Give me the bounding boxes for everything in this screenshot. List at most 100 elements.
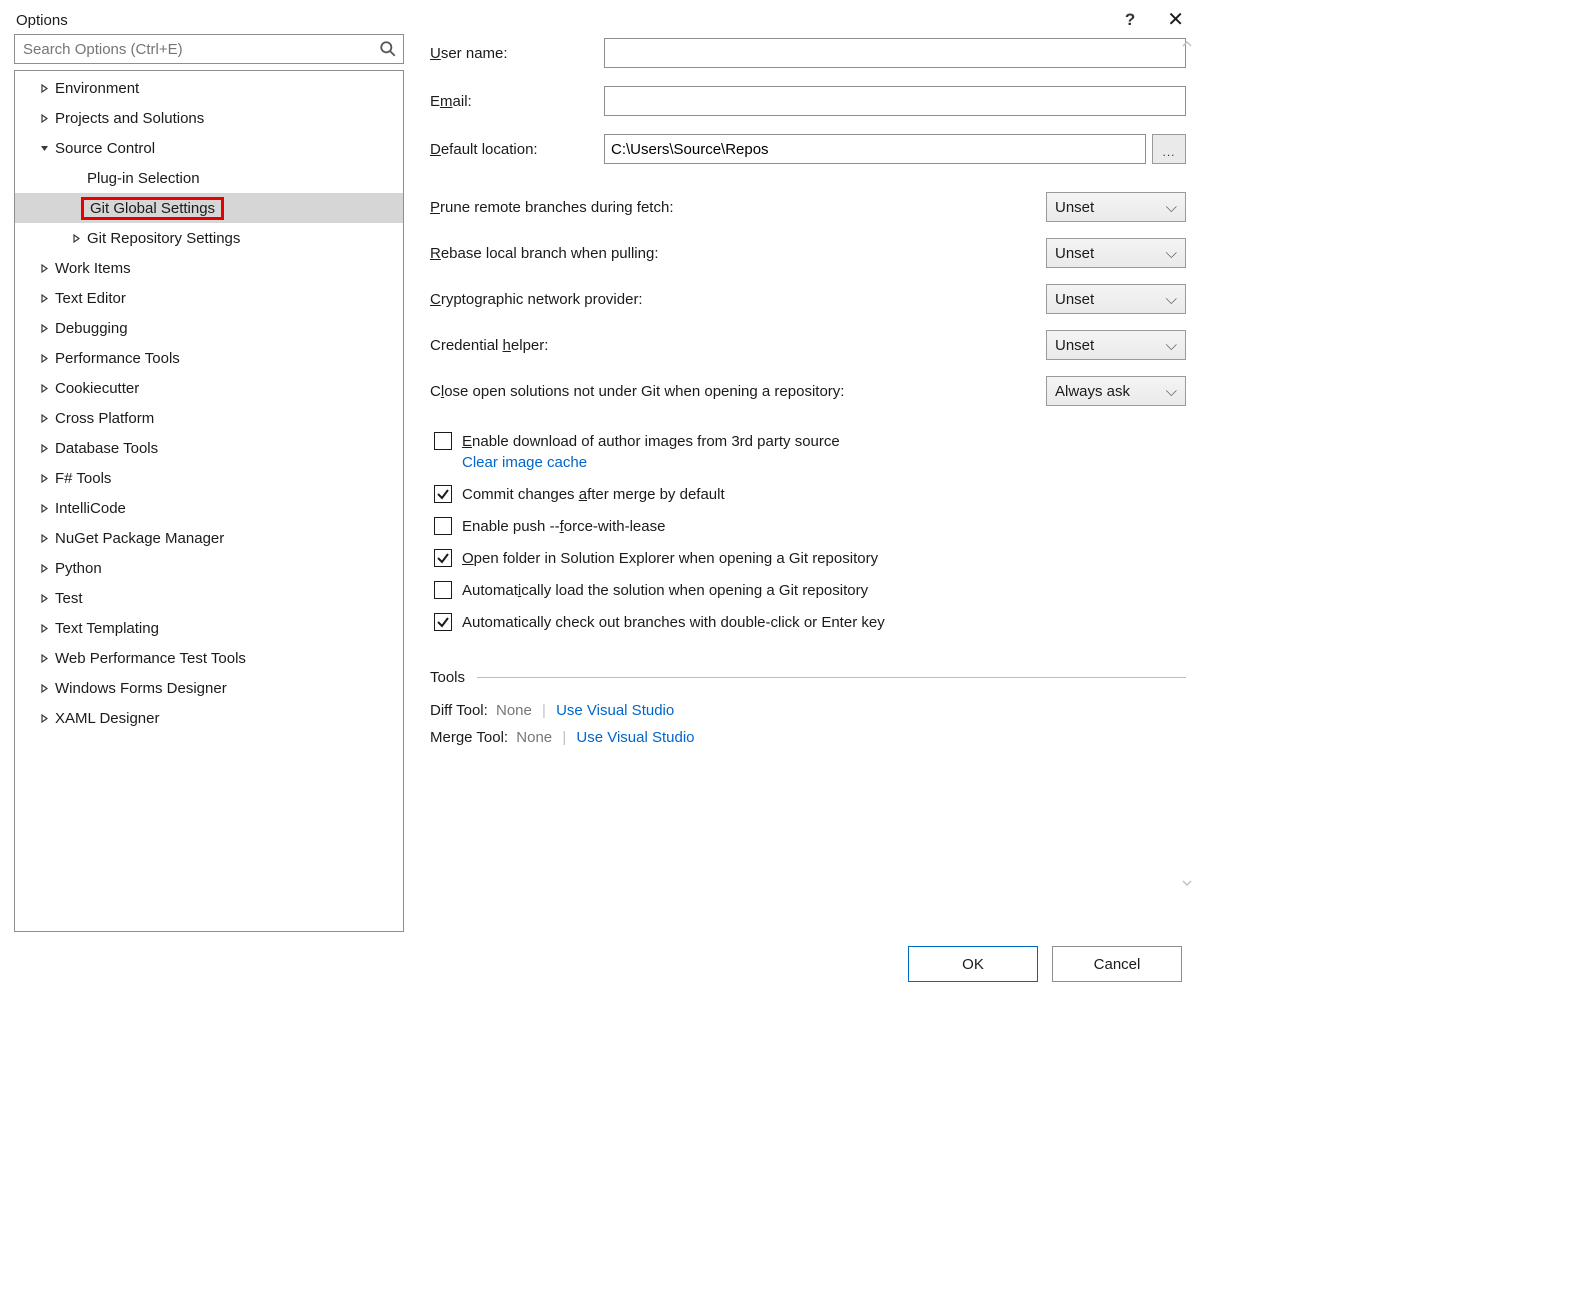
auto-load-label: Automatically load the solution when ope… (462, 582, 868, 599)
chevron-right-icon[interactable] (37, 354, 51, 363)
chevron-down-icon: ⌵ (1166, 199, 1177, 216)
tree-item[interactable]: Plug-in Selection (15, 163, 403, 193)
chevron-right-icon[interactable] (37, 714, 51, 723)
browse-button[interactable]: ... (1152, 134, 1186, 164)
tree-item[interactable]: Text Editor (15, 283, 403, 313)
tree-item-label: XAML Designer (55, 710, 160, 727)
tree-item[interactable]: Debugging (15, 313, 403, 343)
tree-item[interactable]: IntelliCode (15, 493, 403, 523)
chevron-right-icon[interactable] (37, 264, 51, 273)
tree-item[interactable]: Text Templating (15, 613, 403, 643)
tree-item[interactable]: Environment (15, 73, 403, 103)
tree-item[interactable]: NuGet Package Manager (15, 523, 403, 553)
chevron-right-icon[interactable] (37, 84, 51, 93)
auto-checkout-checkbox[interactable] (434, 613, 452, 631)
chevron-right-icon[interactable] (37, 654, 51, 663)
tree-item[interactable]: Cross Platform (15, 403, 403, 433)
dialog-footer: OK Cancel (0, 932, 1200, 1000)
chevron-right-icon[interactable] (37, 444, 51, 453)
chevron-right-icon[interactable] (37, 384, 51, 393)
merge-tool-use-vs-link[interactable]: Use Visual Studio (576, 729, 694, 746)
rebase-dropdown[interactable]: Unset⌵ (1046, 238, 1186, 268)
email-input[interactable] (604, 86, 1186, 116)
options-dialog: Options ? ✕ EnvironmentProjects and Solu… (0, 0, 1200, 1000)
merge-tool-value: None (516, 729, 552, 746)
email-label: Email: (430, 93, 604, 110)
tree-item[interactable]: Git Global Settings (15, 193, 403, 223)
tree-item-label: Git Repository Settings (87, 230, 240, 247)
tree-item-label: Git Global Settings (90, 200, 215, 217)
tree-item[interactable]: Test (15, 583, 403, 613)
force-with-lease-checkbox[interactable] (434, 517, 452, 535)
settings-panel: User name: Email: Default location: ... … (430, 34, 1186, 932)
clear-image-cache-link[interactable]: Clear image cache (462, 454, 1186, 471)
cancel-button[interactable]: Cancel (1052, 946, 1182, 982)
tree-item-label: Cookiecutter (55, 380, 139, 397)
commit-after-merge-checkbox[interactable] (434, 485, 452, 503)
prune-dropdown[interactable]: Unset⌵ (1046, 192, 1186, 222)
tree-item-label: Performance Tools (55, 350, 180, 367)
chevron-right-icon[interactable] (37, 414, 51, 423)
diff-tool-value: None (496, 702, 532, 719)
commit-after-merge-label: Commit changes after merge by default (462, 486, 725, 503)
tree-item[interactable]: Work Items (15, 253, 403, 283)
tree-item[interactable]: Source Control (15, 133, 403, 163)
ok-button[interactable]: OK (908, 946, 1038, 982)
auto-load-checkbox[interactable] (434, 581, 452, 599)
tree-item[interactable]: Git Repository Settings (15, 223, 403, 253)
credential-helper-dropdown[interactable]: Unset⌵ (1046, 330, 1186, 360)
tree-item[interactable]: XAML Designer (15, 703, 403, 733)
chevron-right-icon[interactable] (37, 504, 51, 513)
tree-item[interactable]: F# Tools (15, 463, 403, 493)
default-location-label: Default location: (430, 141, 604, 158)
enable-images-label: Enable download of author images from 3r… (462, 433, 840, 450)
left-panel: EnvironmentProjects and SolutionsSource … (14, 34, 404, 932)
chevron-right-icon[interactable] (37, 114, 51, 123)
tree-item[interactable]: Python (15, 553, 403, 583)
close-icon[interactable]: ✕ (1167, 10, 1184, 30)
chevron-right-icon[interactable] (37, 684, 51, 693)
default-location-input[interactable] (604, 134, 1146, 164)
tree-item-label: Text Editor (55, 290, 126, 307)
chevron-down-icon: ⌵ (1166, 383, 1177, 400)
scroll-up-icon[interactable] (1182, 36, 1192, 53)
chevron-right-icon[interactable] (37, 324, 51, 333)
tree-item[interactable]: Cookiecutter (15, 373, 403, 403)
titlebar-controls: ? ✕ (1125, 10, 1184, 30)
help-icon[interactable]: ? (1125, 10, 1135, 30)
diff-tool-use-vs-link[interactable]: Use Visual Studio (556, 702, 674, 719)
tree-item[interactable]: Windows Forms Designer (15, 673, 403, 703)
chevron-right-icon[interactable] (37, 624, 51, 633)
tree-item-label: Work Items (55, 260, 131, 277)
tree-item[interactable]: Database Tools (15, 433, 403, 463)
chevron-right-icon[interactable] (69, 234, 83, 243)
tree-item[interactable]: Performance Tools (15, 343, 403, 373)
tree-item-label: Test (55, 590, 83, 607)
chevron-right-icon[interactable] (37, 564, 51, 573)
open-folder-checkbox[interactable] (434, 549, 452, 567)
chevron-right-icon[interactable] (37, 294, 51, 303)
tree-item[interactable]: Projects and Solutions (15, 103, 403, 133)
rebase-label: Rebase local branch when pulling: (430, 245, 1046, 262)
chevron-right-icon[interactable] (37, 534, 51, 543)
user-name-input[interactable] (604, 38, 1186, 68)
tree-item-label: Text Templating (55, 620, 159, 637)
search-icon (379, 40, 397, 58)
chevron-down-icon[interactable] (37, 144, 51, 153)
prune-label: Prune remote branches during fetch: (430, 199, 1046, 216)
tree-item-label: NuGet Package Manager (55, 530, 224, 547)
options-tree[interactable]: EnvironmentProjects and SolutionsSource … (14, 70, 404, 932)
chevron-down-icon: ⌵ (1166, 337, 1177, 354)
tree-item-label: Cross Platform (55, 410, 154, 427)
close-open-label: Close open solutions not under Git when … (430, 383, 1046, 400)
enable-images-checkbox[interactable] (434, 432, 452, 450)
close-open-dropdown[interactable]: Always ask⌵ (1046, 376, 1186, 406)
tree-item[interactable]: Web Performance Test Tools (15, 643, 403, 673)
crypto-dropdown[interactable]: Unset⌵ (1046, 284, 1186, 314)
search-options-box[interactable] (14, 34, 404, 64)
scroll-down-icon[interactable] (1182, 875, 1192, 892)
merge-tool-label: Merge Tool: (430, 729, 508, 746)
search-input[interactable] (21, 40, 379, 59)
chevron-right-icon[interactable] (37, 594, 51, 603)
chevron-right-icon[interactable] (37, 474, 51, 483)
